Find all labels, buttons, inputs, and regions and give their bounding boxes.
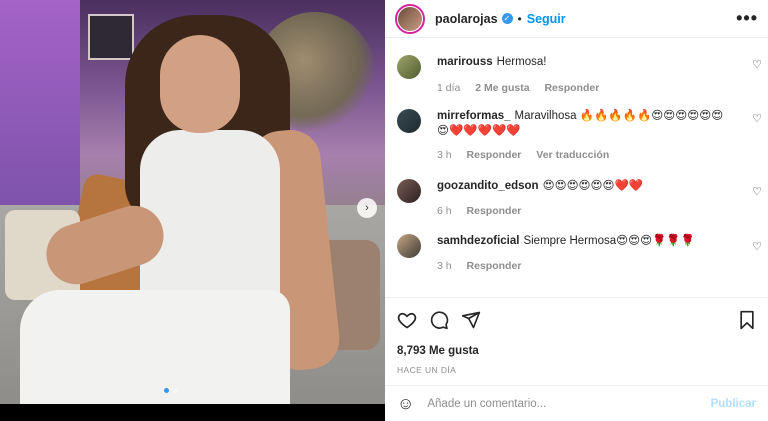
publish-button[interactable]: Publicar: [711, 398, 756, 410]
post-side-panel: paolarojas ✓ • Seguir ••• marirouss Hermo…: [385, 0, 768, 421]
like-comment-heart-icon[interactable]: ♡: [752, 185, 762, 198]
comment-time[interactable]: 3 h: [437, 149, 452, 161]
emoji-icon[interactable]: ☺: [397, 394, 414, 414]
comment-item: mirreformas_ Maravilhosa 🔥🔥🔥🔥🔥😍😍😍😍😍😍😍❤️❤️…: [397, 109, 768, 161]
comment-avatar[interactable]: [397, 179, 421, 203]
comment-item: marirouss Hermosa! 1 día 2 Me gusta Respo…: [397, 55, 768, 94]
avatar[interactable]: [395, 3, 425, 34]
comment-username[interactable]: marirouss: [437, 56, 493, 68]
comment-avatar[interactable]: [397, 55, 421, 79]
photo-background: [0, 0, 80, 205]
photo-person-face: [160, 35, 240, 133]
likes-count[interactable]: 8,793 Me gusta: [397, 345, 756, 357]
comment-time[interactable]: 1 día: [437, 82, 460, 94]
next-photo-button[interactable]: ›: [357, 198, 377, 218]
comment-username[interactable]: goozandito_edson: [437, 180, 539, 192]
reply-button[interactable]: Responder: [544, 82, 599, 94]
author-username[interactable]: paolarojas: [435, 12, 498, 26]
comment-time[interactable]: 6 h: [437, 205, 452, 217]
like-comment-heart-icon[interactable]: ♡: [752, 240, 762, 253]
comment-bubble-icon[interactable]: [429, 310, 449, 330]
follow-button[interactable]: Seguir: [527, 12, 566, 26]
carousel-dot: [164, 388, 169, 393]
verified-badge-icon: ✓: [501, 13, 513, 24]
bookmark-icon[interactable]: [738, 310, 756, 330]
like-heart-icon[interactable]: [397, 310, 417, 330]
photo-person-pants: [20, 290, 290, 404]
action-bar: [397, 308, 756, 332]
photo-wall-frame: [88, 14, 134, 60]
chevron-right-icon: ›: [365, 202, 369, 214]
reply-button[interactable]: Responder: [467, 149, 522, 161]
comment-input[interactable]: [427, 397, 711, 410]
post-actions: 8,793 Me gusta HACE UN DÍA: [385, 297, 768, 375]
comment-composer: ☺ Publicar: [385, 385, 768, 421]
comment-time[interactable]: 3 h: [437, 260, 452, 272]
comment-text: Hermosa!: [496, 56, 547, 68]
post-header: paolarojas ✓ • Seguir •••: [385, 0, 768, 38]
separator-dot: •: [517, 11, 522, 26]
comment-text: 😍😍😍😍😍😍❤️❤️: [542, 180, 644, 192]
comment-likes[interactable]: 2 Me gusta: [475, 82, 529, 94]
post-photo[interactable]: ›: [0, 0, 385, 404]
comment-list[interactable]: marirouss Hermosa! 1 día 2 Me gusta Respo…: [385, 38, 768, 295]
comment-avatar[interactable]: [397, 109, 421, 133]
comment-text: Siempre Hermosa😍😍😍🌹🌹🌹: [523, 235, 696, 247]
share-paper-plane-icon[interactable]: [461, 310, 481, 330]
reply-button[interactable]: Responder: [467, 205, 522, 217]
carousel-dots: [164, 388, 178, 393]
comment-item: samhdezoficial Siempre Hermosa😍😍😍🌹🌹🌹 3 h …: [397, 234, 768, 272]
post-timestamp[interactable]: HACE UN DÍA: [397, 365, 756, 375]
comment-item: goozandito_edson 😍😍😍😍😍😍❤️❤️ 6 h Responder…: [397, 179, 768, 217]
see-translation-button[interactable]: Ver traducción: [536, 149, 609, 161]
more-options-icon[interactable]: •••: [736, 8, 758, 29]
like-comment-heart-icon[interactable]: ♡: [752, 58, 762, 71]
carousel-dot: [173, 388, 178, 393]
comment-avatar[interactable]: [397, 234, 421, 258]
post-modal: › paolarojas ✓ • Seguir ••• marirouss Her…: [0, 0, 768, 421]
reply-button[interactable]: Responder: [467, 260, 522, 272]
like-comment-heart-icon[interactable]: ♡: [752, 112, 762, 125]
comment-username[interactable]: mirreformas_: [437, 110, 511, 122]
comment-username[interactable]: samhdezoficial: [437, 235, 519, 247]
